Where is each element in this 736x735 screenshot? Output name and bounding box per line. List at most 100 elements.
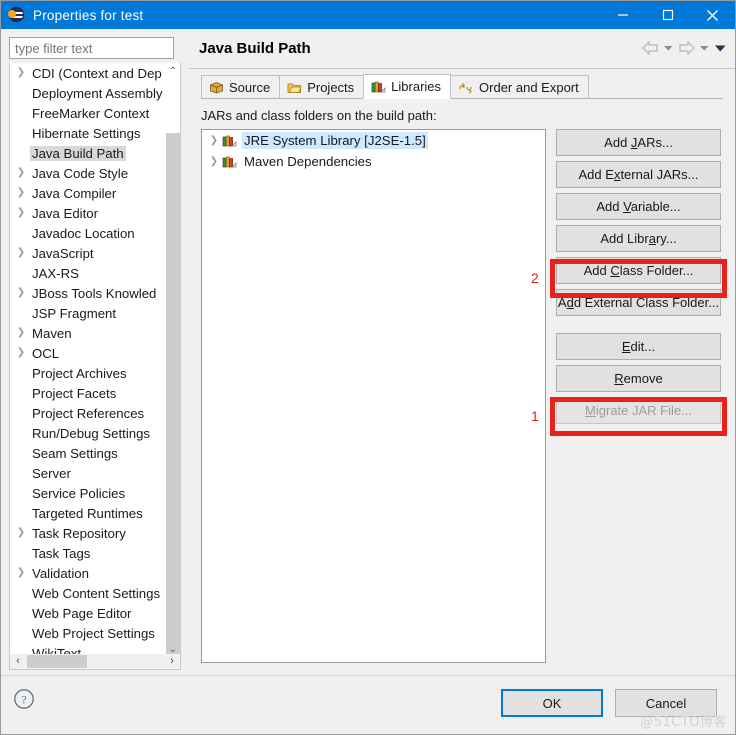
chevron-right-icon[interactable]: ❯ — [12, 563, 30, 583]
watermark: @51CTO博客 — [640, 715, 727, 730]
list-label: JARs and class folders on the build path… — [201, 108, 437, 123]
add-variable-button[interactable]: Add Variable... — [556, 193, 721, 220]
back-dropdown-icon[interactable] — [663, 44, 674, 52]
list-item[interactable]: ❯ Maven Dependencies — [202, 151, 545, 172]
add-class-folder-button[interactable]: Add Class Folder... — [556, 257, 721, 284]
chevron-right-icon[interactable]: ❯ — [12, 523, 30, 543]
forward-arrow-icon[interactable] — [678, 41, 695, 55]
search-input[interactable] — [9, 37, 174, 59]
sidebar-item-seam-settings[interactable]: Seam Settings — [10, 443, 168, 463]
sidebar-item-javadoc-location[interactable]: Javadoc Location — [10, 223, 168, 243]
tree-vertical-scrollbar[interactable]: ⌃ ⌄ — [166, 63, 180, 656]
sidebar-item-service-policies[interactable]: Service Policies — [10, 483, 168, 503]
chevron-right-icon[interactable]: ❯ — [12, 183, 30, 203]
sidebar-item-web-page-editor[interactable]: Web Page Editor — [10, 603, 168, 623]
edit-button[interactable]: Edit... — [556, 333, 721, 360]
chevron-right-icon[interactable]: ❯ — [206, 156, 222, 167]
sidebar-item-ocl[interactable]: ❯ OCL — [10, 343, 168, 363]
sidebar-item-validation[interactable]: ❯ Validation — [10, 563, 168, 583]
sidebar-item-label: Web Page Editor — [32, 605, 132, 621]
chevron-right-icon[interactable]: ❯ — [12, 283, 30, 303]
sidebar-item-project-archives[interactable]: Project Archives — [10, 363, 168, 383]
scroll-right-icon[interactable]: › — [165, 654, 179, 668]
button-label: Add Class Folder... — [583, 263, 694, 278]
tab-label: Libraries — [391, 79, 442, 94]
add-library-button[interactable]: Add Library... — [556, 225, 721, 252]
annotation-marker-2: 2 — [531, 270, 539, 286]
sidebar-item-label: Validation — [32, 565, 89, 581]
build-path-list[interactable]: ❯ JRE System Library [J2SE-1.5] ❯ Maven Dep… — [201, 129, 546, 663]
add-external-jars-button[interactable]: Add External JARs... — [556, 161, 721, 188]
sidebar-item-label: Seam Settings — [32, 445, 118, 461]
tree-horizontal-scrollbar[interactable]: ‹ › — [9, 654, 181, 670]
sidebar-item-project-facets[interactable]: Project Facets — [10, 383, 168, 403]
list-item-label: Maven Dependencies — [244, 154, 372, 169]
minimize-button[interactable] — [600, 1, 645, 29]
chevron-right-icon[interactable]: ❯ — [12, 243, 30, 263]
chevron-right-icon[interactable]: ❯ — [12, 63, 30, 83]
sidebar-item-label: Run/Debug Settings — [32, 425, 151, 441]
sidebar-item-run-debug-settings[interactable]: Run/Debug Settings — [10, 423, 168, 443]
forward-dropdown-icon[interactable] — [699, 44, 710, 52]
sidebar-item-jboss-tools-knowled[interactable]: ❯ JBoss Tools Knowled — [10, 283, 168, 303]
sidebar-item-java-code-style[interactable]: ❯ Java Code Style — [10, 163, 168, 183]
chevron-right-icon[interactable]: ❯ — [12, 343, 30, 363]
button-group-separator — [556, 321, 723, 333]
add-jars-button[interactable]: Add JARs... — [556, 129, 721, 156]
view-menu-icon[interactable] — [714, 44, 727, 53]
tab-source[interactable]: Source — [201, 75, 281, 99]
tab-libraries[interactable]: Libraries — [363, 74, 452, 99]
ok-button[interactable]: OK — [501, 689, 603, 717]
sidebar-item-label: JSP Fragment — [32, 305, 117, 321]
sidebar-item-web-content-settings[interactable]: Web Content Settings — [10, 583, 168, 603]
settings-tree[interactable]: ❯ CDI (Context and Dep Deployment Assembly… — [9, 63, 181, 657]
tab-order-and-export[interactable]: Order and Export — [450, 75, 589, 99]
sidebar-item-javascript[interactable]: ❯ JavaScript — [10, 243, 168, 263]
sidebar-item-web-project-settings[interactable]: Web Project Settings — [10, 623, 168, 643]
chevron-right-icon[interactable]: ❯ — [12, 203, 30, 223]
sidebar-item-deployment-assembly[interactable]: Deployment Assembly — [10, 83, 168, 103]
sidebar-item-java-editor[interactable]: ❯ Java Editor — [10, 203, 168, 223]
library-books-icon — [222, 134, 237, 148]
list-item[interactable]: ❯ JRE System Library [J2SE-1.5] — [202, 130, 545, 151]
chevron-right-icon[interactable]: ❯ — [12, 323, 30, 343]
sidebar-item-freemarker-context[interactable]: FreeMarker Context — [10, 103, 168, 123]
sidebar-item-targeted-runtimes[interactable]: Targeted Runtimes — [10, 503, 168, 523]
sidebar-item-label: CDI (Context and Dep — [32, 65, 162, 81]
maximize-button[interactable] — [645, 1, 690, 29]
sidebar-item-label: Task Repository — [32, 525, 126, 541]
scroll-left-icon[interactable]: ‹ — [11, 654, 25, 668]
sidebar-item-label: JBoss Tools Knowled — [32, 285, 157, 301]
sidebar-item-java-build-path[interactable]: Java Build Path — [10, 143, 168, 163]
sidebar-item-server[interactable]: Server — [10, 463, 168, 483]
sidebar-item-hibernate-settings[interactable]: Hibernate Settings — [10, 123, 168, 143]
back-arrow-icon[interactable] — [642, 41, 659, 55]
tab-projects[interactable]: Projects — [279, 75, 365, 99]
sidebar-item-maven[interactable]: ❯ Maven — [10, 323, 168, 343]
add-external-class-folder-button[interactable]: Add External Class Folder... — [556, 289, 721, 316]
scrollbar-thumb-horizontal[interactable] — [27, 655, 87, 668]
chevron-right-icon[interactable]: ❯ — [206, 135, 222, 146]
help-icon[interactable]: ? — [13, 688, 35, 710]
button-label: Remove — [614, 371, 663, 386]
scroll-up-icon[interactable]: ⌃ — [166, 63, 180, 79]
close-button[interactable] — [690, 1, 735, 29]
sidebar-item-label: Hibernate Settings — [32, 125, 141, 141]
chevron-right-icon[interactable]: ❯ — [12, 163, 30, 183]
button-label: Edit... — [621, 339, 656, 354]
scrollbar-thumb[interactable] — [166, 133, 180, 656]
remove-button[interactable]: Remove — [556, 365, 721, 392]
libraries-tab-panel: JARs and class folders on the build path… — [201, 98, 727, 668]
sidebar-item-label: Web Content Settings — [32, 585, 161, 601]
sidebar-item-task-tags[interactable]: Task Tags — [10, 543, 168, 563]
sidebar-item-task-repository[interactable]: ❯ Task Repository — [10, 523, 168, 543]
button-label: Add Library... — [600, 231, 677, 246]
sidebar-item-label: Javadoc Location — [32, 225, 135, 241]
sidebar-item-project-references[interactable]: Project References — [10, 403, 168, 423]
sidebar-item-label: Java Compiler — [32, 185, 117, 201]
sidebar-item-jax-rs[interactable]: JAX-RS — [10, 263, 168, 283]
sidebar-item-label: Deployment Assembly — [32, 85, 163, 101]
sidebar-item-cdi-context-and-dep[interactable]: ❯ CDI (Context and Dep — [10, 63, 168, 83]
sidebar-item-java-compiler[interactable]: ❯ Java Compiler — [10, 183, 168, 203]
sidebar-item-jsp-fragment[interactable]: JSP Fragment — [10, 303, 168, 323]
